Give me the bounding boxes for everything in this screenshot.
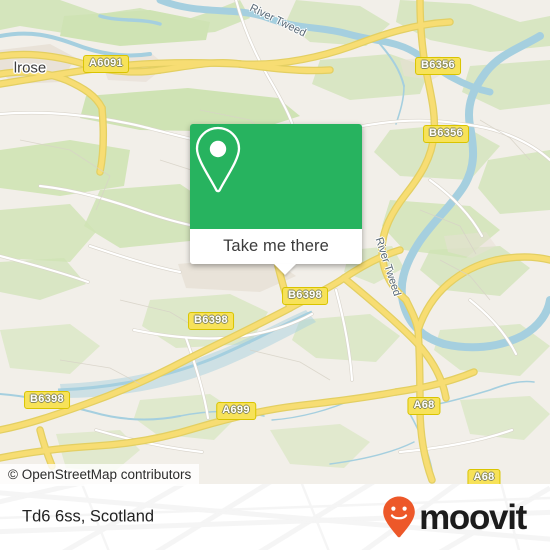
road-shield-a6091: A6091 [83, 55, 129, 73]
moovit-brand[interactable]: moovit [382, 495, 527, 539]
popup-image-panel [190, 124, 362, 229]
footer-bar: Td6 6ss, Scotland moovit [0, 484, 550, 550]
osm-attribution[interactable]: © OpenStreetMap contributors [0, 464, 200, 486]
moovit-wordmark: moovit [419, 497, 527, 537]
road-shield-b6398-west: B6398 [24, 391, 70, 409]
road-shield-a68-north: A68 [407, 397, 441, 415]
place-label-melrose: lrose [13, 59, 47, 77]
road-shield-b6398-east: B6398 [282, 287, 328, 305]
location-popup-card[interactable]: Take me there [190, 124, 362, 275]
take-me-there-label: Take me there [223, 237, 329, 255]
road-shield-a699: A699 [216, 402, 256, 420]
road-shield-b6398-center: B6398 [188, 312, 234, 330]
location-title: Td6 6ss, Scotland [22, 507, 155, 526]
take-me-there-button[interactable]: Take me there [190, 229, 362, 275]
road-shield-b6356-north: B6356 [415, 57, 461, 75]
map-pin-icon [195, 126, 241, 193]
moovit-pin-icon [383, 496, 415, 538]
road-shield-a68-south: A68 [467, 469, 501, 484]
map-canvas[interactable]: lrose River Tweed River Tweed A6091 B635… [0, 0, 550, 484]
osm-attribution-text: © OpenStreetMap contributors [8, 467, 192, 482]
road-shield-b6356-south: B6356 [423, 125, 469, 143]
screenshot-root: lrose River Tweed River Tweed A6091 B635… [0, 0, 550, 550]
popup-tail [274, 264, 296, 275]
